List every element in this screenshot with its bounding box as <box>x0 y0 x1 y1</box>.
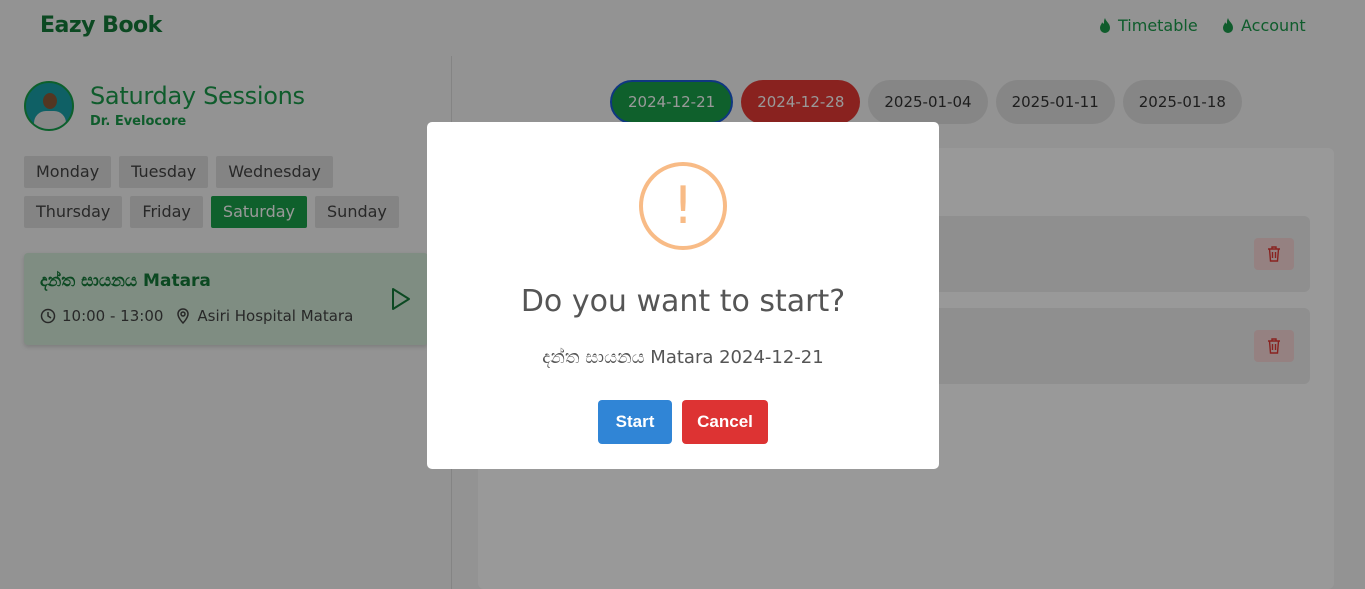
cancel-button[interactable]: Cancel <box>682 400 768 444</box>
start-button[interactable]: Start <box>598 400 672 444</box>
confirm-dialog: ! Do you want to start? දන්ත සායනය Matar… <box>427 122 939 469</box>
warning-icon: ! <box>639 162 727 250</box>
dialog-text: දන්ත සායනය Matara 2024-12-21 <box>542 347 824 368</box>
dialog-title: Do you want to start? <box>520 284 846 319</box>
